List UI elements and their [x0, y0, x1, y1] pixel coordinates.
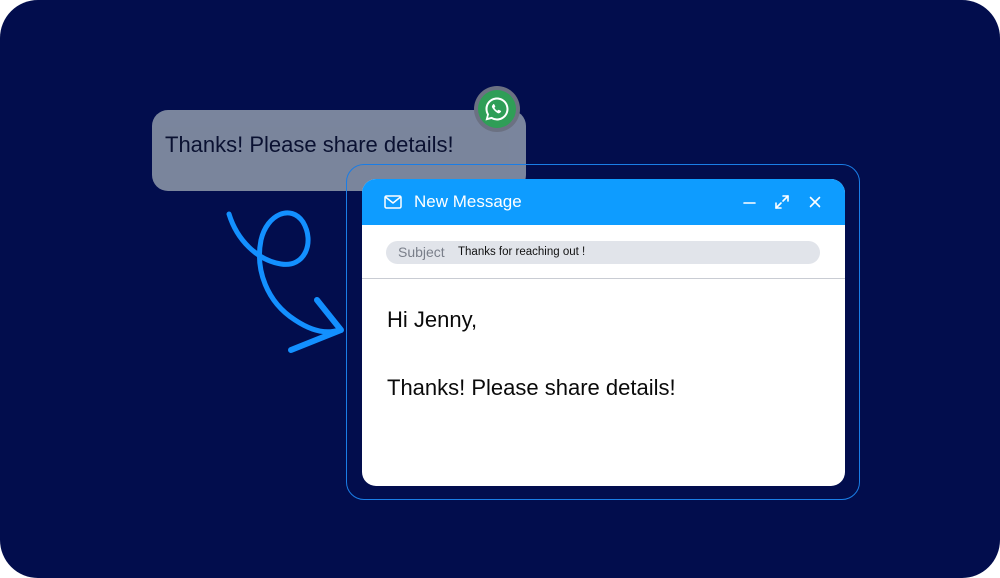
subject-field[interactable]: Subject Thanks for reaching out !: [386, 241, 820, 264]
mail-icon: [384, 195, 402, 209]
body-message: Thanks! Please share details!: [387, 375, 676, 400]
window-title: New Message: [414, 192, 522, 211]
expand-icon[interactable]: [772, 192, 792, 212]
minimize-icon[interactable]: [740, 192, 760, 212]
chat-message: Thanks! Please share details!: [165, 132, 454, 157]
window-titlebar: New Message: [362, 179, 845, 225]
email-compose-window: New Message Subject Thanks for reaching …: [362, 179, 845, 486]
whatsapp-icon: [474, 86, 520, 132]
subject-value: Thanks for reaching out !: [458, 246, 586, 258]
close-icon[interactable]: [805, 192, 825, 212]
subject-row: Subject Thanks for reaching out !: [362, 225, 845, 279]
subject-label: Subject: [398, 244, 445, 260]
body-greeting: Hi Jenny,: [387, 307, 478, 332]
canvas: Thanks! Please share details! New Messag…: [0, 0, 1000, 578]
